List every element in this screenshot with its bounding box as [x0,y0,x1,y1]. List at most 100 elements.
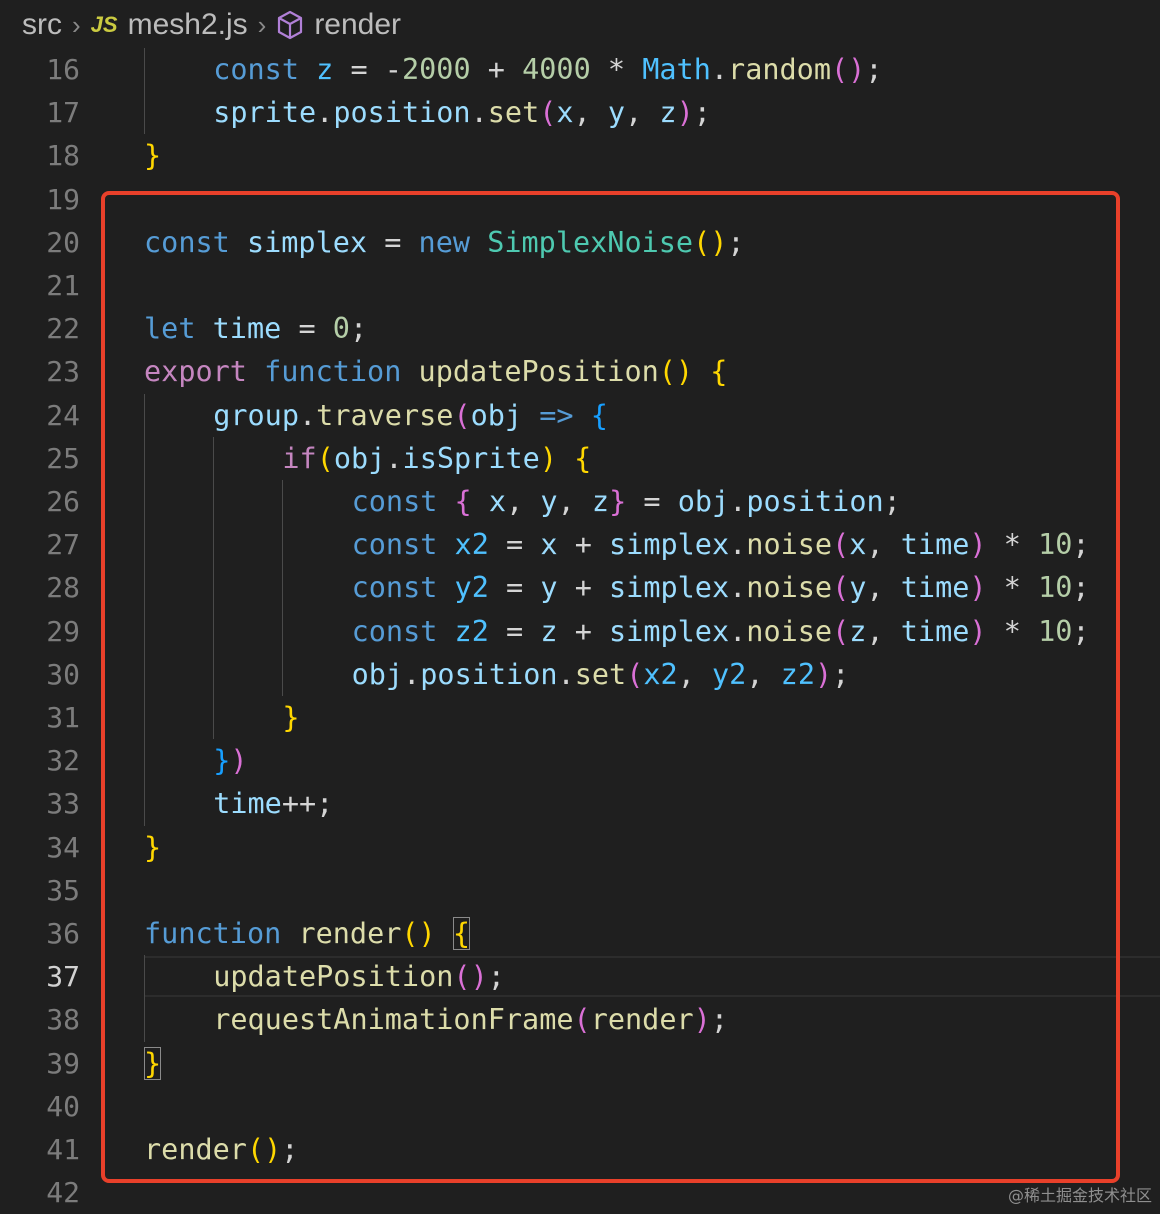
code-line[interactable]: 24 group.traverse(obj => { [0,394,1160,437]
code-text: export function updatePosition() { [144,350,727,393]
code-line[interactable]: 36 function render() { [0,912,1160,955]
code-line[interactable]: 34} [0,826,1160,869]
code-line[interactable]: 25 if(obj.isSprite) { [0,437,1160,480]
code-token: render [590,1003,694,1037]
code-token: time [900,528,970,562]
code-token: updatePosition [213,960,454,994]
code-token: => [539,398,574,432]
code-token: y [607,96,626,130]
code-line[interactable]: 29 const z2 = z + simplex.noise(z, time) … [0,610,1160,653]
code-line[interactable]: 16 const z = -2000 + 4000 * Math.random()… [0,48,1160,91]
code-token: + [470,53,523,86]
code-token: isSprite [402,441,540,475]
code-token: } [213,744,231,778]
code-line[interactable]: 32}) [0,739,1160,782]
code-token: . [729,528,747,562]
code-text: function render() { [144,912,471,955]
code-token: const [144,225,247,259]
breadcrumb-file-label: mesh2.js [127,8,248,41]
code-text: const simplex = new SimplexNoise(); [144,221,745,264]
code-line[interactable]: 18} [0,134,1160,177]
code-token: . [316,96,334,130]
code-token: ; [281,1133,299,1166]
code-token: ; [1072,528,1090,562]
code-token: , [573,96,608,130]
code-token: ) [815,657,833,691]
code-text: requestAnimationFrame(render); [213,998,728,1041]
code-token: . [557,657,575,691]
code-line[interactable]: 40 [0,1085,1160,1128]
code-token: , [625,96,660,130]
code-line[interactable]: 30 obj.position.set(x2, y2, z2); [0,653,1160,696]
breadcrumb-file[interactable]: JS mesh2.js [91,8,248,42]
line-number: 31 [46,701,80,734]
code-line[interactable]: 31} [0,696,1160,739]
line-number: 33 [46,787,80,821]
chevron-right-icon: › [257,9,267,40]
code-token: time [212,312,282,346]
code-token: ; [883,485,901,518]
code-token: render [298,917,402,950]
line-number: 24 [46,398,80,432]
chevron-right-icon: › [72,9,81,40]
code-token: + [557,614,610,648]
code-token: () [830,53,866,86]
code-line[interactable]: 21 [0,264,1160,307]
code-token: ; [693,96,711,130]
code-line[interactable]: 35 [0,869,1160,912]
line-number: 28 [46,571,80,605]
code-token: export [144,355,265,389]
code-line[interactable]: 42 [0,1171,1160,1214]
code-line[interactable]: 17 sprite.position.set(x, y, z); [0,91,1160,134]
code-token: ; [487,960,505,994]
code-editor[interactable]: 16 const z = -2000 + 4000 * Math.random()… [0,48,1160,1212]
code-line[interactable]: 26 const { x, y, z} = obj.position; [0,480,1160,523]
code-token: + [557,571,610,605]
code-token: position [333,96,471,130]
code-token: { [710,355,728,389]
code-line[interactable]: 33 time++; [0,782,1160,825]
breadcrumb-symbol[interactable]: render [276,8,401,42]
code-token: SimplexNoise [487,225,694,259]
code-text: time++; [213,782,333,825]
code-token: obj [333,441,386,475]
line-number: 37 [46,960,80,994]
code-token: time [213,787,282,821]
code-token: simplex [609,571,730,605]
code-token: simplex [609,528,730,562]
code-line[interactable]: 39} [0,1042,1160,1085]
code-token: ) [230,744,248,778]
code-line[interactable]: 23 export function updatePosition() { [0,350,1160,393]
code-token: position [420,657,558,691]
code-token: ) [676,96,694,130]
code-token: . [385,441,403,475]
code-token: ; [1072,571,1090,605]
code-text: const x2 = x + simplex.noise(x, time) * … [352,523,1090,566]
code-token: 10 [1038,528,1073,562]
code-token: ) [539,441,557,475]
line-number: 30 [46,657,80,691]
code-token: * [986,571,1039,605]
line-number: 36 [46,917,80,950]
code-token: = [488,614,541,648]
code-text: sprite.position.set(x, y, z); [213,91,711,134]
code-line[interactable]: 19 [0,178,1160,221]
breadcrumb-folder[interactable]: src [22,8,62,42]
code-line[interactable]: 22 let time = 0; [0,307,1160,350]
code-token: () [693,225,728,259]
code-line[interactable]: 38 requestAnimationFrame(render); [0,998,1160,1041]
code-line[interactable]: 27 const x2 = x + simplex.noise(x, time) … [0,523,1160,566]
code-token: z [849,614,867,648]
code-token: ) [969,571,987,605]
code-token: = [626,485,678,518]
code-token: ) [693,1003,711,1037]
code-line[interactable]: 41 render(); [0,1128,1160,1171]
line-number: 39 [46,1046,80,1080]
code-token: , [557,485,592,518]
code-line[interactable]: 37 updatePosition(); [0,955,1160,998]
code-line[interactable]: 20 const simplex = new SimplexNoise(); [0,221,1160,264]
code-token: const [213,53,317,86]
code-token: 10 [1038,614,1073,648]
code-line[interactable]: 28 const y2 = y + simplex.noise(y, time) … [0,566,1160,609]
